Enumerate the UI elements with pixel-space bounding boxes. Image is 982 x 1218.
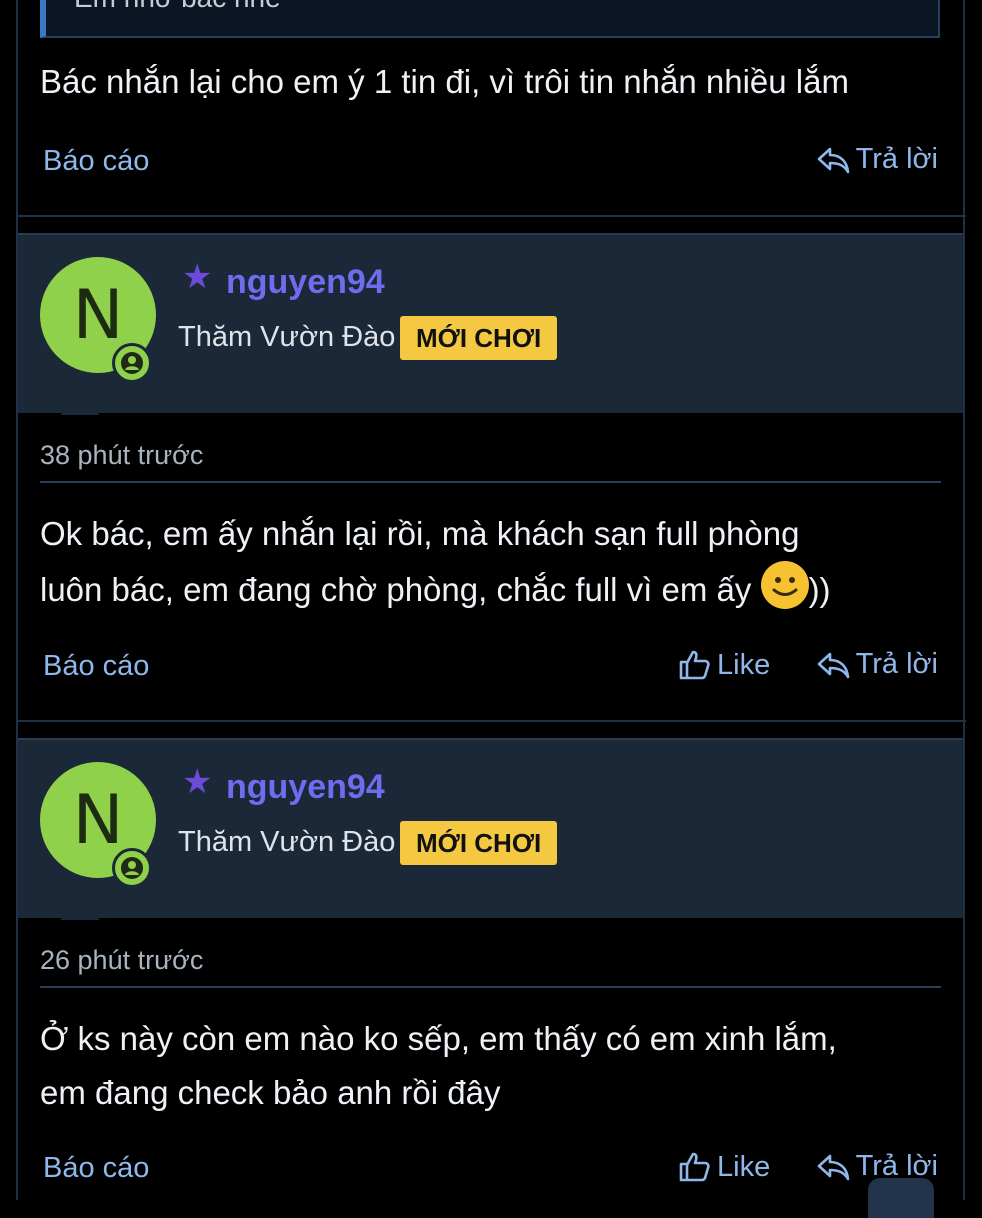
thumbs-up-icon (679, 650, 710, 680)
header-pointer (60, 900, 100, 920)
rank-badge: MỚI CHƠI (400, 316, 558, 360)
report-link[interactable]: Báo cáo (43, 145, 149, 178)
rank-badge: MỚI CHƠI (400, 821, 558, 865)
time-divider (40, 986, 941, 988)
post-body-line: em đang check bảo anh rồi đây (40, 1074, 501, 1111)
reply-label: Trả lời (855, 648, 938, 680)
reply-arrow-icon (817, 652, 849, 678)
quote-block[interactable]: Em nhớ bác nhé (40, 0, 940, 38)
post-body: Ok bác, em ấy nhắn lại rồi, mà khách sạn… (40, 507, 920, 617)
time-divider (40, 481, 941, 483)
reply-button[interactable]: Trả lời (816, 648, 938, 681)
like-button[interactable]: Like (677, 1150, 770, 1184)
post-body: Ở ks này còn em nào ko sếp, em thấy có e… (40, 1012, 920, 1120)
post-time[interactable]: 26 phút trước (40, 945, 203, 976)
frame-border-right (963, 0, 965, 1200)
quote-text: Em nhớ bác nhé (74, 0, 281, 14)
post-body-text: luôn bác, em đang chờ phòng, chắc full v… (40, 571, 761, 608)
report-link[interactable]: Báo cáo (43, 650, 149, 683)
post-body-line: Ở ks này còn em nào ko sếp, em thấy có e… (40, 1020, 837, 1057)
username[interactable]: nguyen94 (226, 263, 385, 302)
post-author-header: N ★ nguyen94 Thăm Vườn Đào MỚI CHƠI (18, 233, 963, 413)
post-separator (16, 215, 966, 217)
post-body: Bác nhắn lại cho em ý 1 tin đi, vì trôi … (40, 63, 849, 100)
star-icon: ★ (182, 258, 213, 296)
like-label: Like (717, 648, 771, 681)
report-link[interactable]: Báo cáo (43, 1152, 149, 1185)
thumbs-up-icon (679, 1152, 710, 1182)
online-icon (112, 343, 152, 383)
star-icon: ★ (182, 763, 213, 801)
header-pointer (60, 395, 100, 415)
like-button[interactable]: Like (677, 648, 770, 682)
reply-button[interactable]: Trả lời (816, 143, 938, 176)
frame-border-left (16, 0, 18, 1200)
post-separator (16, 720, 966, 722)
post-author-header: N ★ nguyen94 Thăm Vườn Đào MỚI CHƠI (18, 738, 963, 918)
post-time[interactable]: 38 phút trước (40, 440, 203, 471)
user-title: Thăm Vườn Đào (178, 826, 396, 858)
smile-emoji-icon (760, 561, 809, 609)
post-body-line: luôn bác, em đang chờ phòng, chắc full v… (40, 561, 920, 617)
post-body-line: Ok bác, em ấy nhắn lại rồi, mà khách sạn… (40, 515, 800, 552)
reply-label: Trả lời (855, 143, 938, 175)
user-title: Thăm Vườn Đào (178, 321, 396, 353)
username[interactable]: nguyen94 (226, 768, 385, 807)
like-label: Like (717, 1150, 771, 1183)
post-body-text: )) (808, 571, 831, 608)
reply-arrow-icon (817, 1154, 849, 1180)
online-icon (112, 848, 152, 888)
reply-arrow-icon (817, 147, 849, 173)
scroll-to-top-button[interactable] (868, 1178, 934, 1218)
